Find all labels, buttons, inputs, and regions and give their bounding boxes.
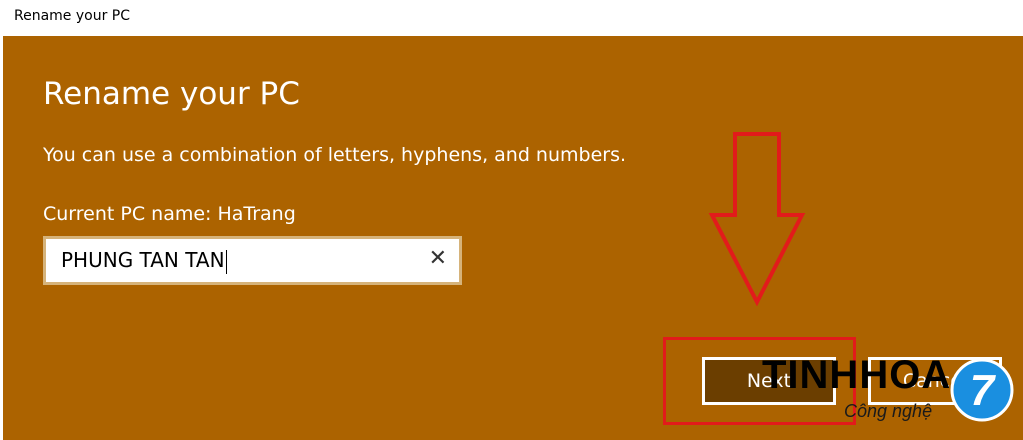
- dialog-heading: Rename your PC: [43, 76, 300, 112]
- svg-text:7: 7: [970, 366, 997, 415]
- tinhhoa-logo-icon: 7: [950, 358, 1014, 422]
- close-icon[interactable]: ✕: [429, 246, 447, 271]
- pc-name-input[interactable]: PHUNG TAN TAN ✕: [43, 236, 462, 285]
- dialog-description: You can use a combination of letters, hy…: [43, 144, 627, 166]
- watermark-brand: TINHHOA: [762, 353, 952, 397]
- pc-name-input-value[interactable]: PHUNG TAN TAN: [61, 248, 227, 274]
- watermark-tagline: Công nghệ: [844, 401, 933, 421]
- watermark: TINHHOA Công nghệ 7: [762, 318, 1023, 440]
- current-pc-name-label: Current PC name: HaTrang: [43, 203, 296, 225]
- text-caret: [225, 249, 227, 274]
- window-title: Rename your PC: [14, 8, 131, 24]
- arrow-down-icon: [708, 132, 806, 307]
- window-title-bar: Rename your PC: [0, 0, 1023, 36]
